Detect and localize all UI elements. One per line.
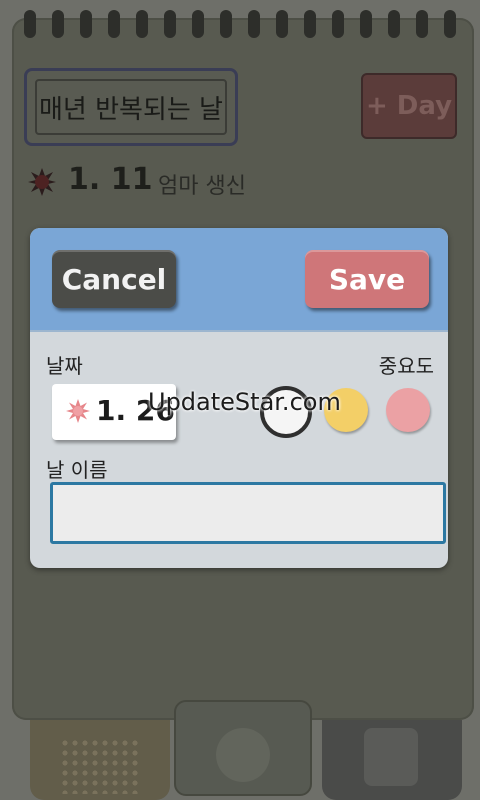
square-icon	[364, 728, 418, 786]
watermark-text: UpdateStar.com	[148, 388, 341, 416]
ring-icon	[416, 10, 428, 38]
save-button[interactable]: Save	[305, 250, 429, 308]
ring-icon	[108, 10, 120, 38]
ring-icon	[136, 10, 148, 38]
ring-icon	[52, 10, 64, 38]
grid-icon	[60, 738, 140, 794]
ring-icon	[276, 10, 288, 38]
ring-icon	[360, 10, 372, 38]
ring-icon	[248, 10, 260, 38]
day-name-input[interactable]	[50, 482, 446, 544]
ring-icon	[164, 10, 176, 38]
importance-label: 중요도	[378, 354, 434, 378]
ring-icon	[444, 10, 456, 38]
name-label: 날 이름	[46, 458, 108, 482]
event-date: 1. 11	[68, 162, 153, 197]
ring-icon	[220, 10, 232, 38]
tab-grid[interactable]	[30, 720, 170, 800]
ring-icon	[24, 10, 36, 38]
event-list-item[interactable]: 1. 11 엄마 생신	[28, 162, 328, 202]
event-name: 엄마 생신	[158, 174, 246, 199]
ring-icon	[388, 10, 400, 38]
ring-icon	[192, 10, 204, 38]
ring-icon	[304, 10, 316, 38]
cancel-button[interactable]: Cancel	[52, 250, 176, 308]
add-day-button[interactable]: + Day	[361, 73, 457, 139]
tab-home[interactable]	[174, 700, 312, 796]
home-circle-icon	[216, 728, 270, 782]
tab-other[interactable]	[322, 720, 462, 800]
dialog-header: Cancel Save	[30, 228, 448, 332]
ring-icon	[80, 10, 92, 38]
burst-icon	[28, 168, 56, 196]
importance-pink-option[interactable]	[386, 388, 430, 432]
spiral-binding	[0, 0, 480, 40]
burst-icon	[66, 399, 90, 423]
category-title: 매년 반복되는 날	[35, 79, 227, 135]
date-label: 날짜	[46, 354, 83, 378]
ring-icon	[332, 10, 344, 38]
category-selector[interactable]: 매년 반복되는 날	[24, 68, 238, 146]
